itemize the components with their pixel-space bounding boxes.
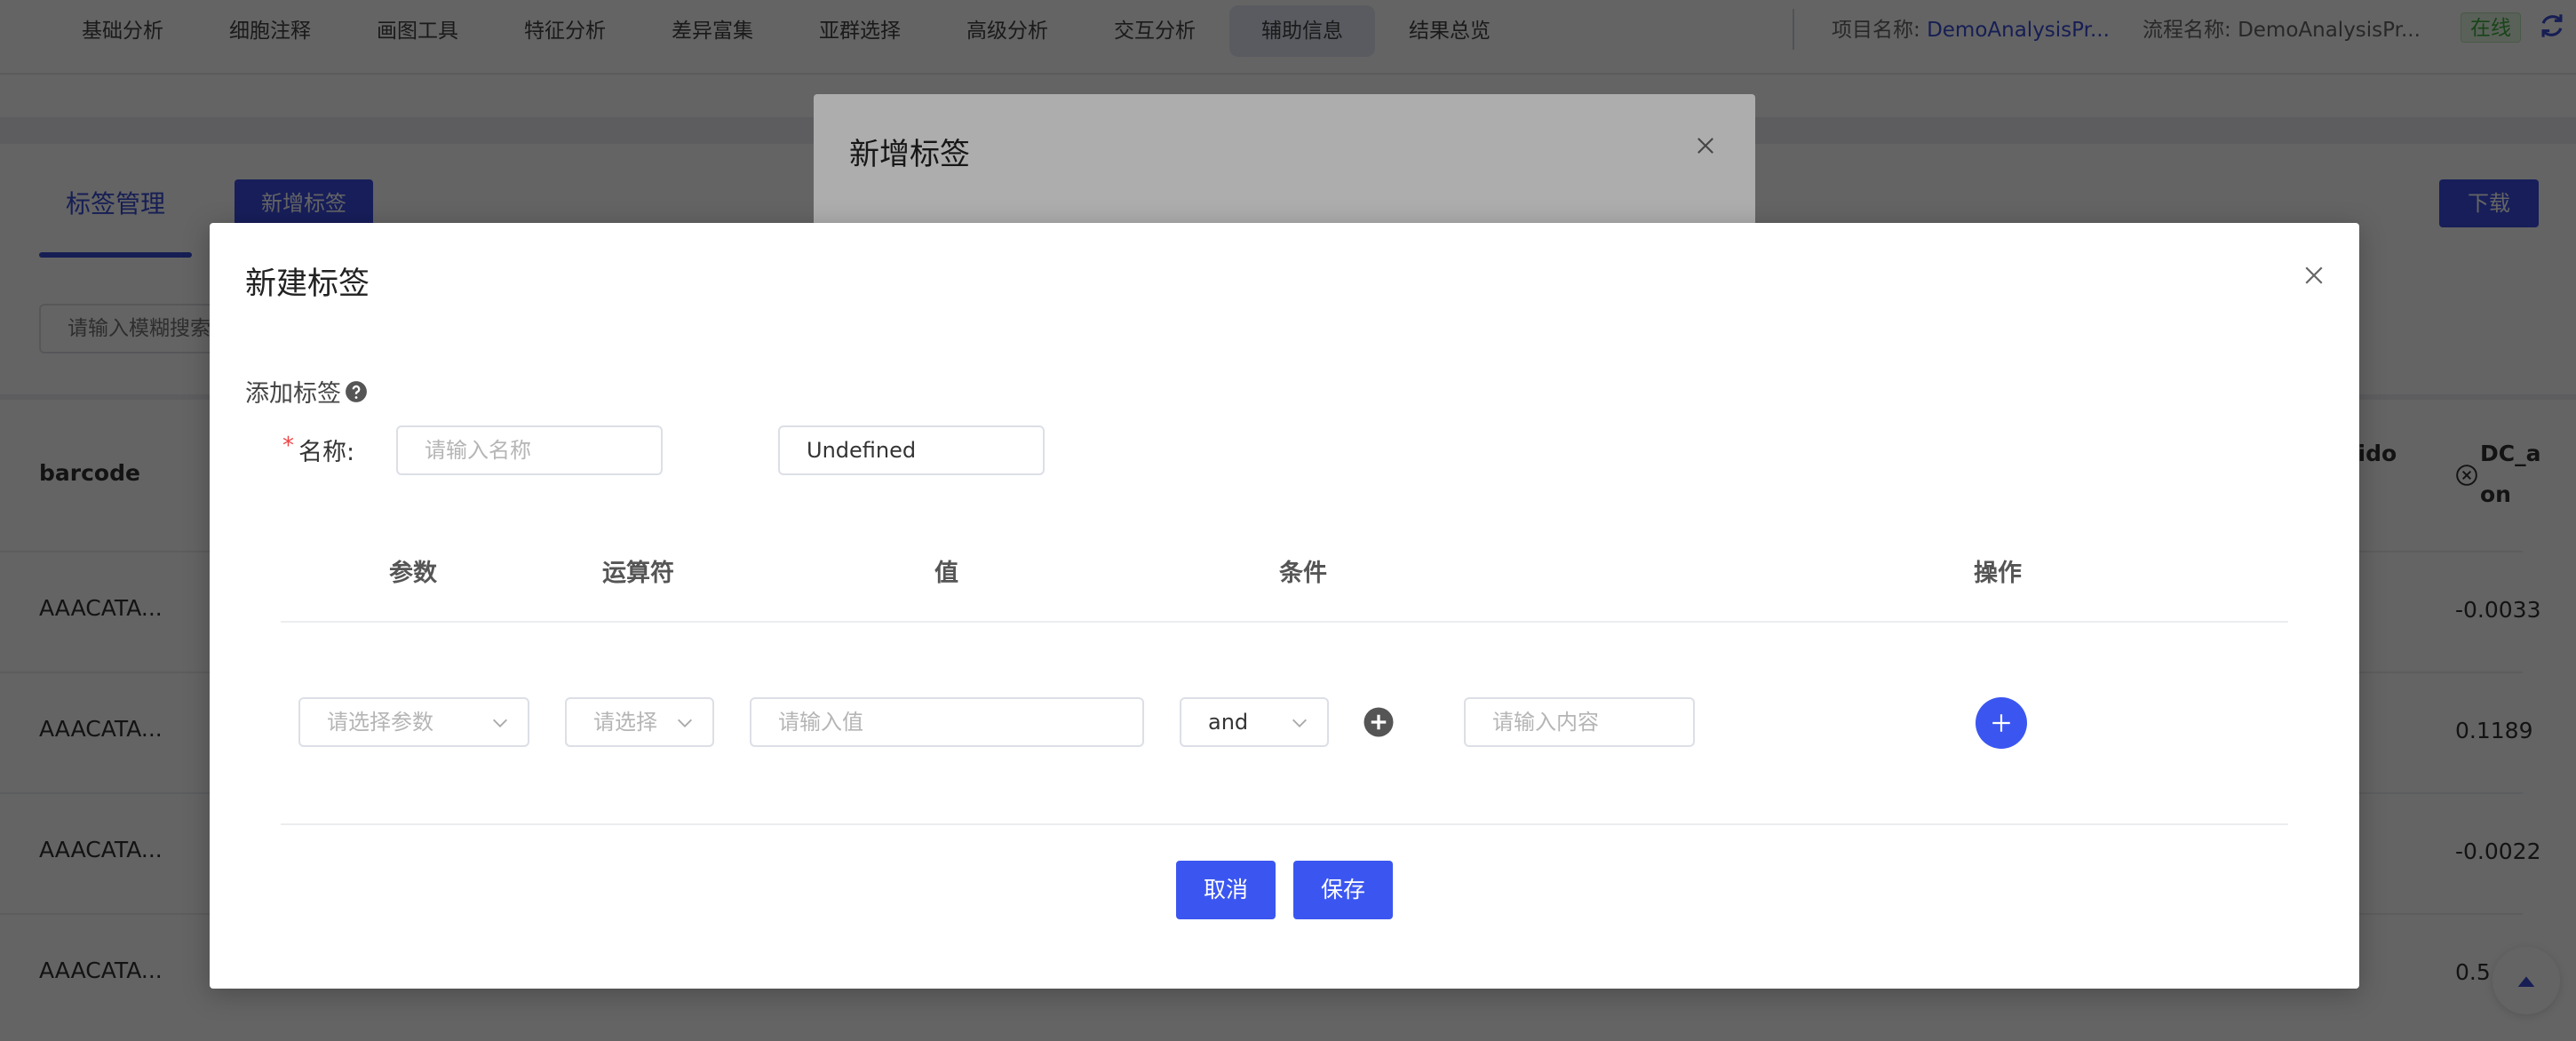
dialog-title: 新建标签 — [245, 266, 370, 302]
chevron-down-icon — [678, 719, 692, 727]
plus-icon — [1992, 714, 2010, 732]
section-label-add-tag: 添加标签 — [245, 374, 368, 409]
chevron-down-icon — [493, 719, 507, 727]
header-condition: 条件 — [1279, 560, 1327, 587]
condition-select[interactable]: and — [1180, 697, 1329, 747]
section-label-text: 添加标签 — [245, 380, 341, 408]
operator-select-placeholder: 请选择 — [593, 710, 657, 735]
header-action: 操作 — [1974, 560, 2022, 587]
add-row-button[interactable] — [1976, 697, 2027, 749]
new-tag-dialog: 新建标签 添加标签 * 名称: 参数 运算符 值 条件 操作 请选择参数 请选择… — [210, 223, 2359, 989]
name-input[interactable] — [396, 425, 663, 475]
row-divider — [281, 823, 2288, 825]
header-value: 值 — [934, 560, 958, 587]
value-input[interactable] — [750, 697, 1144, 747]
header-param: 参数 — [389, 560, 437, 587]
cancel-button[interactable]: 取消 — [1176, 861, 1276, 919]
operator-select[interactable]: 请选择 — [565, 697, 714, 747]
param-select[interactable]: 请选择参数 — [298, 697, 529, 747]
tag-value-input[interactable] — [778, 425, 1045, 475]
required-asterisk: * — [282, 433, 294, 459]
param-select-placeholder: 请选择参数 — [327, 710, 433, 735]
add-condition-icon[interactable] — [1363, 706, 1395, 738]
content-input[interactable] — [1464, 697, 1695, 747]
chevron-down-icon — [1292, 719, 1307, 727]
question-circle-icon[interactable] — [345, 380, 368, 403]
header-operator: 运算符 — [602, 560, 674, 587]
header-divider — [281, 621, 2288, 623]
close-icon[interactable] — [2301, 262, 2327, 289]
save-button[interactable]: 保存 — [1293, 861, 1393, 919]
condition-select-value: and — [1208, 710, 1249, 735]
name-label: 名称: — [298, 439, 355, 466]
